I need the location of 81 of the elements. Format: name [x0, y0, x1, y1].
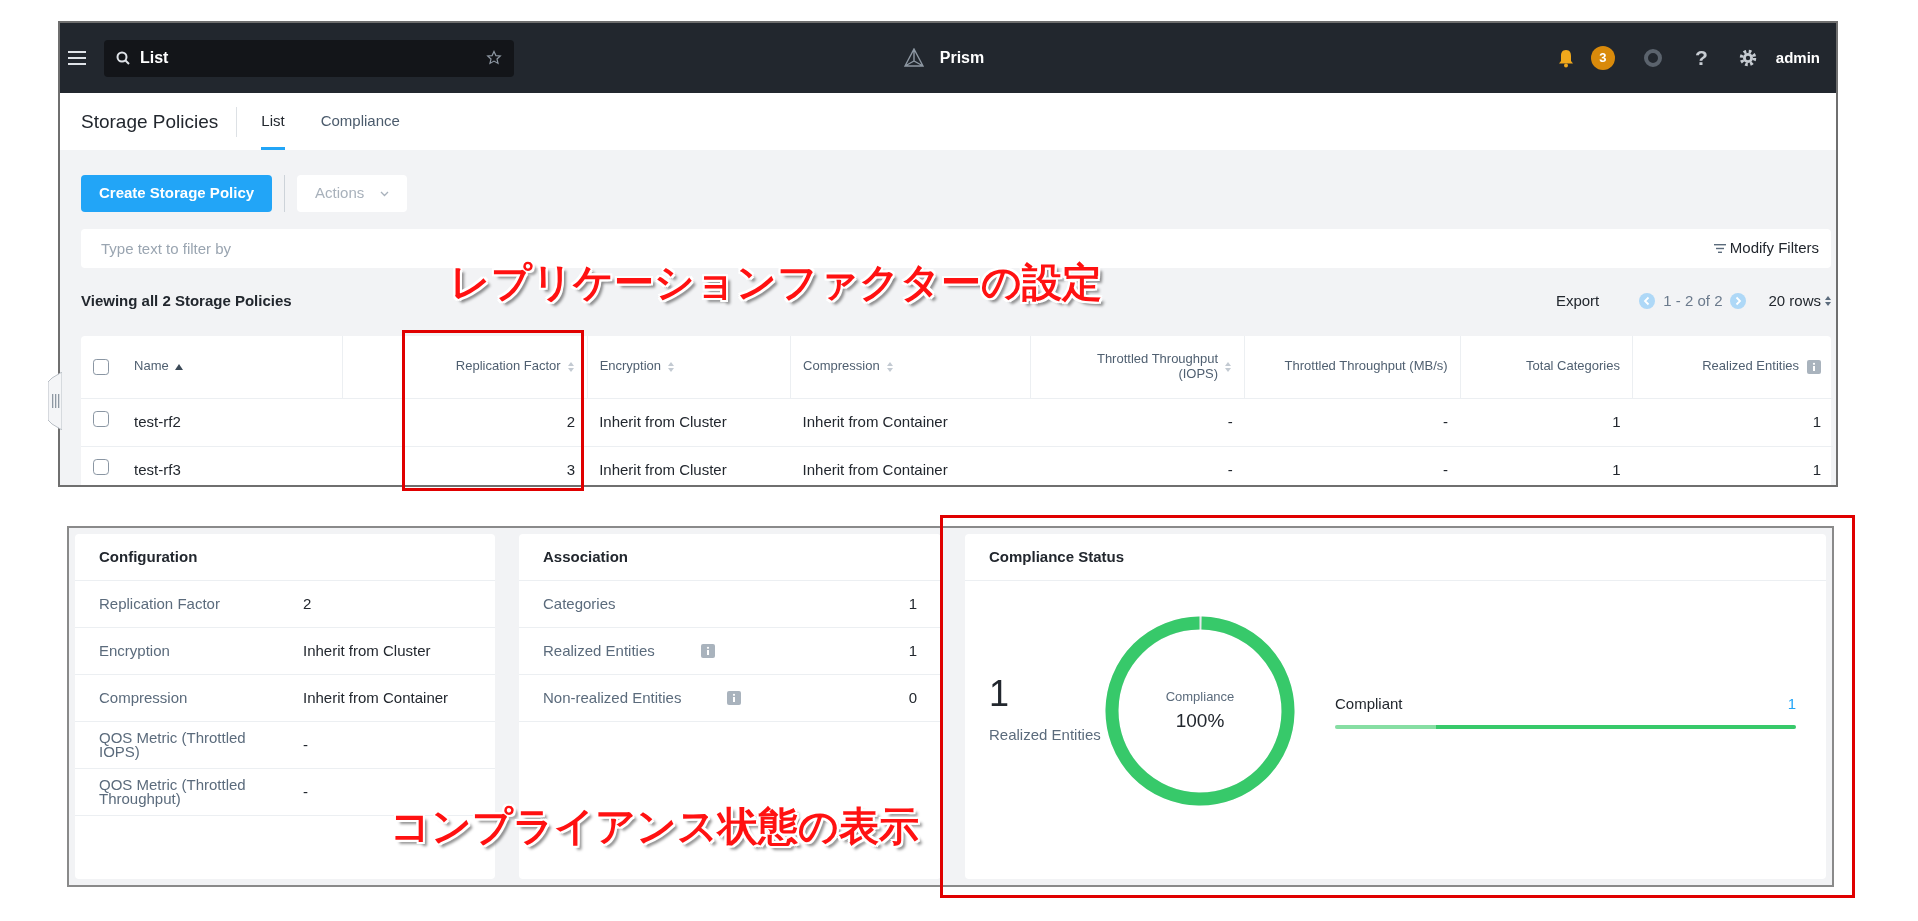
table-cell: 1 [1632, 446, 1833, 485]
product-name: Prism [939, 48, 985, 68]
export-link[interactable]: Export [1555, 289, 1600, 313]
donut-label: Compliance [1165, 688, 1235, 706]
previous-page-icon[interactable] [1639, 293, 1656, 309]
row-checkbox[interactable] [93, 410, 109, 427]
legend-value: 1 [1787, 693, 1796, 714]
table-cell: - [1030, 446, 1245, 485]
page-title: Storage Policies [81, 106, 238, 137]
menu-icon[interactable] [68, 50, 86, 66]
callout-text: コンプライアンス状態の表示 [390, 804, 919, 848]
property-label: Categories [543, 596, 616, 612]
info-icon[interactable] [1807, 359, 1821, 374]
column-header[interactable]: Throttled Throughput (MB/s) [1284, 359, 1448, 375]
sort-icon [1825, 296, 1831, 306]
property-label: QOS Metric (Throttled Throughput) [99, 777, 247, 807]
table-cell: Inherit from Cluster [587, 398, 791, 446]
column-header[interactable]: Replication Factor [455, 359, 561, 375]
star-icon[interactable] [486, 49, 502, 66]
property-value: Inherit from Cluster [303, 640, 431, 661]
table-cell: test-rf2 [122, 398, 343, 446]
table-cell: - [1244, 398, 1461, 446]
property-value: 1 [908, 593, 917, 614]
bell-icon[interactable] [1557, 48, 1575, 68]
help-icon[interactable]: ? [1695, 42, 1708, 74]
table-cell: 1 [1460, 446, 1633, 485]
row-checkbox[interactable] [93, 458, 109, 475]
table-cell: Inherit from Cluster [587, 446, 791, 485]
table-cell: 3 [342, 446, 588, 485]
panel-title: Association [519, 534, 941, 581]
count-label: Realized Entities [989, 724, 1102, 745]
modify-filters-link[interactable]: Modify Filters [1729, 237, 1819, 260]
entity-count: 1 [989, 675, 1011, 712]
property-label: Encryption [99, 643, 171, 659]
property-value: 0 [908, 687, 917, 708]
table-cell: - [1244, 446, 1461, 485]
table-cell: Inherit from Container [790, 398, 1031, 446]
caret-icon [380, 190, 390, 197]
property-value: 2 [303, 593, 312, 614]
table-cell: 1 [1632, 398, 1833, 446]
panel-title: Compliance Status [965, 534, 1826, 581]
status-ring-icon[interactable] [1643, 48, 1663, 68]
property-label: Non-realized Entities [543, 690, 682, 706]
panel-title: Configuration [75, 534, 495, 581]
tab[interactable]: List [261, 93, 285, 150]
property-label: Realized Entities [543, 643, 655, 659]
property-value: - [303, 781, 308, 802]
user-menu[interactable]: admin [1775, 46, 1820, 70]
search-icon [116, 50, 130, 65]
tab[interactable]: Compliance [320, 93, 400, 150]
property-value: 1 [908, 640, 917, 661]
table-cell: 2 [342, 398, 588, 446]
legend-label: Compliant [1335, 693, 1403, 714]
panel-handle-icon[interactable] [48, 372, 62, 430]
property-value: Inherit from Container [303, 687, 449, 708]
table-cell: - [1030, 398, 1245, 446]
column-header[interactable]: Throttled Throughput (IOPS) [1068, 351, 1219, 382]
column-header[interactable]: Compression [803, 359, 880, 375]
column-header[interactable]: Realized Entities [1702, 359, 1799, 375]
next-page-icon[interactable] [1730, 293, 1747, 309]
info-icon[interactable] [700, 644, 715, 658]
page-range: 1 - 2 of 2 [1663, 290, 1723, 311]
table-cell: Inherit from Container [790, 446, 1031, 485]
donut-value: 100% [1175, 708, 1225, 733]
column-header[interactable]: Encryption [599, 359, 662, 375]
column-header[interactable]: Total Categories [1526, 359, 1620, 375]
property-label: Replication Factor [99, 596, 221, 612]
logo-icon [903, 48, 924, 68]
table-cell: test-rf3 [122, 446, 343, 485]
info-icon[interactable] [727, 691, 742, 705]
search-field[interactable]: List [104, 39, 514, 77]
page-size-selector[interactable]: 20 rows [1768, 289, 1831, 313]
property-label: QOS Metric (Throttled IOPS) [99, 730, 247, 760]
table-cell: 1 [1460, 398, 1633, 446]
select-all-checkbox[interactable] [93, 358, 109, 375]
filter-icon[interactable] [1713, 244, 1726, 253]
column-header[interactable]: Name [134, 359, 169, 375]
property-value: - [303, 734, 308, 755]
settings-icon[interactable] [1737, 48, 1758, 68]
result-summary: Viewing all 2 Storage Policies [81, 290, 292, 311]
property-label: Compression [99, 690, 189, 706]
